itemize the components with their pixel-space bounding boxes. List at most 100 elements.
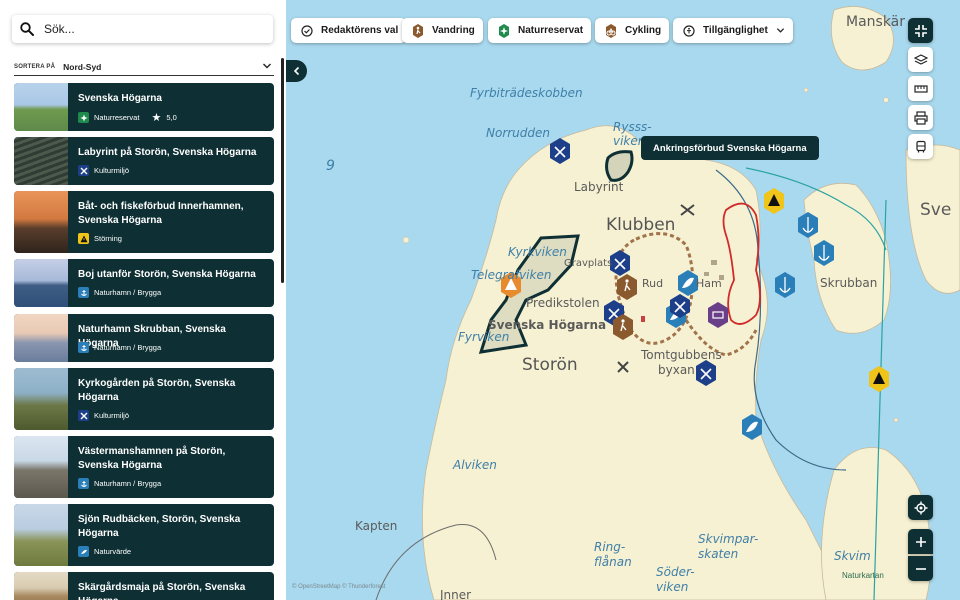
card-rating: 5,0 xyxy=(166,113,177,122)
check-circle-icon xyxy=(299,23,315,39)
card-thumbnail xyxy=(14,368,68,430)
filter-label: Tillgänglighet xyxy=(703,25,768,36)
place-label: Telegrafviken xyxy=(471,268,552,282)
result-card[interactable]: Boj utanför Storön, Svenska Högarna Natu… xyxy=(14,259,274,307)
map-view[interactable]: Manskär Fyrbiträdeskobben Norrudden Ryss… xyxy=(286,0,960,600)
cycling-icon xyxy=(603,23,619,39)
result-card[interactable]: Naturhamn Skrubban, Svenska Högarna Natu… xyxy=(14,314,274,362)
place-label: Rud xyxy=(642,277,664,290)
filter-chip-cycling[interactable]: Cykling xyxy=(595,18,670,43)
search-input[interactable]: Sök... xyxy=(44,22,75,36)
results-panel: Sök... SORTERA PÅ Nord-Syd Svenska Högar… xyxy=(0,0,286,600)
place-label: Gravplats xyxy=(564,258,613,269)
culture-icon xyxy=(78,410,89,421)
filter-chip-editors-choice[interactable]: Redaktörens val xyxy=(291,18,407,43)
ruler-icon xyxy=(913,84,928,93)
card-category: Naturhamn / Brygga xyxy=(94,479,162,488)
plus-icon xyxy=(915,536,926,547)
result-card[interactable]: Västermanshamnen på Storön, Svenska Höga… xyxy=(14,436,274,498)
place-label: Labyrint xyxy=(574,180,624,194)
result-card[interactable]: Sjön Rudbäcken, Storön, Svenska Högarna … xyxy=(14,504,274,566)
map-canvas[interactable] xyxy=(286,0,960,600)
filter-label: Cykling xyxy=(625,25,662,36)
anchor-icon xyxy=(78,342,89,353)
card-category: Naturhamn / Brygga xyxy=(94,343,162,352)
card-thumbnail xyxy=(14,572,68,600)
filter-label: Naturreservat xyxy=(518,25,584,36)
locate-me-button[interactable] xyxy=(908,495,933,520)
place-label: Sve xyxy=(920,200,952,220)
place-label: Klubben xyxy=(606,215,676,235)
result-card[interactable]: Labyrint på Storön, Svenska Högarna Kult… xyxy=(14,137,274,185)
nature-icon xyxy=(78,546,89,557)
sort-value: Nord-Syd xyxy=(63,61,102,72)
crosshair-icon xyxy=(914,501,927,514)
public-transport-button[interactable] xyxy=(908,134,933,159)
place-label: Skvim xyxy=(834,549,871,563)
minus-icon xyxy=(915,567,926,570)
chevron-down-icon xyxy=(263,63,271,69)
card-title: Båt- och fiskeförbud Innerhamnen, Svensk… xyxy=(78,201,244,226)
card-category: Kulturmiljö xyxy=(94,411,130,420)
place-label: Fyrbiträdeskobben xyxy=(470,86,583,100)
card-thumbnail xyxy=(14,504,68,566)
card-title: Boj utanför Storön, Svenska Högarna xyxy=(78,269,256,280)
printer-icon xyxy=(913,110,928,125)
place-label: Tomtgubbens xyxy=(641,348,722,362)
bus-icon xyxy=(915,140,926,152)
place-label: Manskär xyxy=(846,14,906,30)
card-title: Skärgårdsmaja på Storön, Svenska Högarna xyxy=(78,582,246,600)
result-card[interactable]: Båt- och fiskeförbud Innerhamnen, Svensk… xyxy=(14,191,274,253)
place-label: Fyrviken xyxy=(458,330,510,344)
card-category: Störning xyxy=(94,234,122,243)
anchor-icon xyxy=(78,287,89,298)
filter-chip-hiking[interactable]: Vandring xyxy=(402,18,483,43)
print-button[interactable] xyxy=(908,105,933,130)
chevron-down-icon xyxy=(776,28,784,33)
map-attribution[interactable]: © OpenStreetMap © Thunderforest xyxy=(292,584,385,590)
layers-icon xyxy=(913,53,928,65)
zoom-out-button[interactable] xyxy=(908,556,933,581)
filter-label: Redaktörens val xyxy=(321,25,399,36)
card-thumbnail xyxy=(14,314,68,362)
hiking-icon xyxy=(410,23,426,39)
culture-icon xyxy=(78,165,89,176)
card-title: Kyrkogården på Storön, Svenska Högarna xyxy=(78,378,236,403)
layers-button[interactable] xyxy=(908,47,933,72)
card-category: Naturvärde xyxy=(94,547,132,556)
place-label: 9 xyxy=(326,158,335,174)
star-icon: ★ xyxy=(151,112,162,124)
place-label: Söder-viken xyxy=(656,565,695,594)
reserve-icon xyxy=(78,112,89,123)
scrollbar[interactable] xyxy=(281,58,284,283)
place-label: Storön xyxy=(522,355,578,375)
result-card[interactable]: Kyrkogården på Storön, Svenska Högarna K… xyxy=(14,368,274,430)
filter-chip-accessibility[interactable]: Tillgänglighet xyxy=(673,18,793,43)
place-label: Ring-flånan xyxy=(594,540,632,569)
warning-icon xyxy=(78,233,89,244)
card-title: Svenska Högarna xyxy=(78,93,162,104)
card-thumbnail xyxy=(14,83,68,131)
filter-chip-reserve[interactable]: Naturreservat xyxy=(488,18,592,43)
chevron-left-icon xyxy=(293,66,299,76)
filter-label: Vandring xyxy=(432,25,475,36)
result-card[interactable]: Svenska Högarna Naturreservat ★ 5,0 xyxy=(14,83,274,131)
search-box[interactable]: Sök... xyxy=(12,15,273,43)
card-title: Labyrint på Storön, Svenska Högarna xyxy=(78,147,257,158)
place-label: byxan xyxy=(658,363,695,377)
result-card[interactable]: Skärgårdsmaja på Storön, Svenska Högarna xyxy=(14,572,274,600)
card-title: Sjön Rudbäcken, Storön, Svenska Högarna xyxy=(78,514,241,539)
place-label: Kapten xyxy=(355,519,398,533)
place-label: Ham xyxy=(696,277,722,290)
fullscreen-exit-button[interactable] xyxy=(908,18,933,43)
measure-button[interactable] xyxy=(908,76,933,101)
collapse-panel-button[interactable] xyxy=(286,60,307,82)
zoom-in-button[interactable] xyxy=(908,529,933,554)
card-title: Västermanshamnen på Storön, Svenska Höga… xyxy=(78,446,226,471)
card-thumbnail xyxy=(14,259,68,307)
sort-select[interactable]: SORTERA PÅ Nord-Syd xyxy=(14,58,274,76)
card-thumbnail xyxy=(14,191,68,253)
map-service-logo[interactable]: Naturkartan xyxy=(842,571,884,580)
card-category: Naturreservat xyxy=(94,113,140,122)
place-label: Alviken xyxy=(453,458,497,472)
